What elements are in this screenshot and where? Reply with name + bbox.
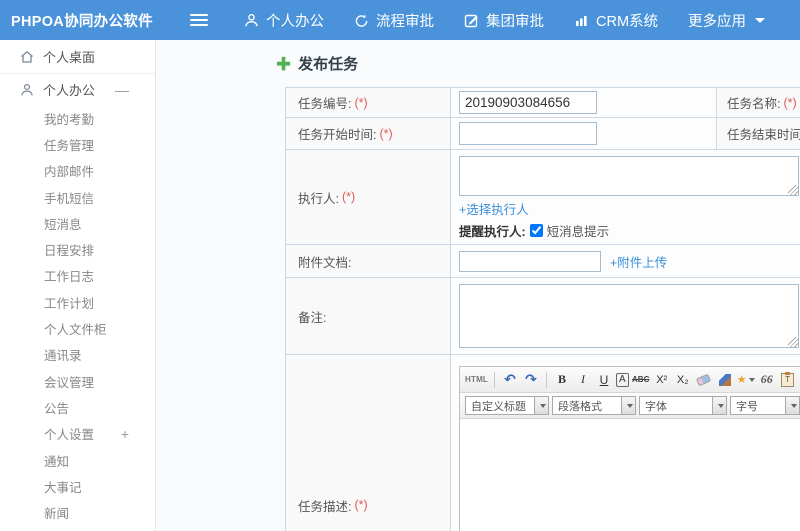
nav-crm-system[interactable]: CRM系统 (574, 10, 658, 31)
strikethrough-button[interactable]: ABC (632, 370, 650, 390)
expand-icon[interactable]: + (121, 426, 129, 442)
app-logo: PHPOA协同办公软件 (11, 13, 153, 30)
nav-personal-office[interactable]: 个人办公 (244, 10, 324, 31)
sidebar-item-personal-office[interactable]: 个人办公 — (0, 74, 155, 105)
main-content: ✚ 发布任务 任务编号: (*) 任务名称: (*) 任务开始时间: (*) (157, 40, 800, 531)
executor-label: 执行人: (298, 191, 339, 206)
sidebar-item-events[interactable]: 大事记 (0, 473, 155, 499)
caret-down-icon (755, 17, 766, 23)
underline-button[interactable]: U (595, 370, 613, 390)
start-time-label: 任务开始时间: (298, 128, 377, 142)
sidebar-item-news[interactable]: 新闻 (0, 499, 155, 525)
sidebar-item-task-management[interactable]: 任务管理 (0, 131, 155, 157)
sidebar-item-contacts[interactable]: 通讯录 (0, 342, 155, 368)
editor-content-area[interactable] (460, 419, 800, 531)
publish-task-form: 任务编号: (*) 任务名称: (*) 任务开始时间: (*) 任务结束时间: (285, 87, 800, 531)
font-family-select[interactable]: 字体 (639, 396, 727, 415)
sidebar-item-announcement[interactable]: 公告 (0, 394, 155, 420)
person-icon (244, 13, 259, 28)
task-name-label: 任务名称: (727, 97, 781, 111)
sidebar-item-my-attendance[interactable]: 我的考勤 (0, 105, 155, 131)
nav-group-approval[interactable]: 集团审批 (464, 10, 544, 31)
remark-textarea[interactable] (459, 284, 799, 348)
task-number-input[interactable] (459, 91, 597, 114)
start-time-input[interactable] (459, 122, 597, 145)
sidebar-item-personal-files[interactable]: 个人文件柜 (0, 315, 155, 341)
superscript-button[interactable]: X² (653, 370, 671, 390)
attachment-label: 附件文档: (298, 255, 352, 270)
bar-chart-icon (574, 13, 589, 28)
sidebar-item-meeting-management[interactable]: 会议管理 (0, 368, 155, 394)
nav-label: 个人办公 (266, 13, 324, 30)
sidebar-item-notice[interactable]: 通知 (0, 447, 155, 473)
attachment-input[interactable] (459, 250, 601, 272)
editor-toolbar-top: HTML ↶ ↷ B I U A ABC X² X₂ ★ 66 T (460, 367, 800, 393)
sidebar-item-internal-mail[interactable]: 内部邮件 (0, 158, 155, 184)
autotypeset-icon[interactable]: ★ (737, 370, 755, 390)
sidebar-item-sms[interactable]: 手机短信 (0, 184, 155, 210)
rich-text-editor: HTML ↶ ↷ B I U A ABC X² X₂ ★ 66 T 自定义标题 … (459, 366, 800, 531)
remark-row: 备注: (286, 278, 800, 355)
caret-down-icon (717, 403, 724, 408)
sms-remind-label: 短消息提示 (546, 225, 610, 239)
sidebar-item-work-log[interactable]: 工作日志 (0, 263, 155, 289)
nav-workflow-approval[interactable]: 流程审批 (354, 10, 434, 31)
font-size-select[interactable]: 字号 (730, 396, 800, 415)
sidebar-item-personal-settings[interactable]: 个人设置 + (0, 421, 155, 447)
sidebar: 个人桌面 个人办公 — 我的考勤 任务管理 内部邮件 手机短信 短消息 日程安排… (0, 40, 156, 531)
paragraph-format-select[interactable]: 段落格式 (552, 396, 636, 415)
eraser-icon[interactable] (695, 370, 713, 390)
description-row: 任务描述: (*) HTML ↶ ↷ B I U A ABC X² X₂ ★ 6… (286, 355, 800, 531)
format-painter-icon[interactable] (716, 370, 734, 390)
person-icon (20, 83, 34, 97)
approval-icon (354, 13, 369, 28)
sidebar-item-short-message[interactable]: 短消息 (0, 210, 155, 236)
italic-button[interactable]: I (574, 370, 592, 390)
sidebar-item-work-plan[interactable]: 工作计划 (0, 289, 155, 315)
executor-textarea[interactable] (459, 156, 799, 196)
paste-icon[interactable]: T (779, 370, 797, 390)
sidebar-item-personal-desktop[interactable]: 个人桌面 (0, 40, 155, 74)
editor-toolbar-bottom: 自定义标题 段落格式 字体 字号 (460, 393, 800, 419)
start-time-row: 任务开始时间: (*) 任务结束时间: (*) (286, 118, 800, 150)
top-navigation: 个人办公 流程审批 集团审批 CRM系统 更多应用 (244, 10, 766, 31)
remind-executor-label: 提醒执行人: (459, 225, 526, 239)
html-source-button[interactable]: HTML (465, 370, 488, 390)
hamburger-menu-icon[interactable] (190, 13, 208, 27)
caret-down-icon (539, 403, 546, 408)
nav-label: 更多应用 (688, 13, 747, 30)
topbar: PHPOA协同办公软件 个人办公 流程审批 集团审批 CRM系统 更多应用 (0, 0, 800, 40)
collapse-icon[interactable]: — (115, 82, 129, 98)
undo-icon[interactable]: ↶ (501, 370, 519, 390)
task-number-row: 任务编号: (*) 任务名称: (*) (286, 88, 800, 118)
nav-more-apps[interactable]: 更多应用 (688, 10, 766, 31)
bold-button[interactable]: B (553, 370, 571, 390)
nav-label: CRM系统 (596, 13, 659, 30)
nav-label: 流程审批 (376, 13, 434, 30)
redo-icon[interactable]: ↷ (522, 370, 540, 390)
blockquote-button[interactable]: 66 (758, 370, 776, 390)
edit-icon (464, 13, 479, 28)
end-time-label: 任务结束时间: (727, 128, 800, 142)
page-title: ✚ 发布任务 (276, 53, 359, 74)
description-label: 任务描述: (298, 499, 352, 514)
add-icon: ✚ (276, 53, 292, 74)
executor-row: 执行人: (*) +选择执行人 提醒执行人: 短消息提示 (286, 150, 800, 245)
home-icon (20, 50, 34, 64)
caret-down-icon (626, 403, 633, 408)
attachment-upload-link[interactable]: +附件上传 (610, 252, 667, 271)
font-style-button[interactable]: A (616, 372, 629, 387)
custom-heading-select[interactable]: 自定义标题 (465, 396, 549, 415)
nav-label: 集团审批 (486, 13, 544, 30)
attachment-row: 附件文档: +附件上传 (286, 245, 800, 278)
sidebar-item-poll[interactable]: 投票调查 (0, 526, 155, 531)
sidebar-item-schedule[interactable]: 日程安排 (0, 236, 155, 262)
remark-label: 备注: (298, 310, 327, 325)
caret-down-icon (790, 403, 797, 408)
select-executor-link[interactable]: +选择执行人 (459, 199, 529, 218)
subscript-button[interactable]: X₂ (674, 370, 692, 390)
sms-remind-checkbox[interactable] (529, 224, 543, 237)
task-number-label: 任务编号: (298, 97, 352, 111)
